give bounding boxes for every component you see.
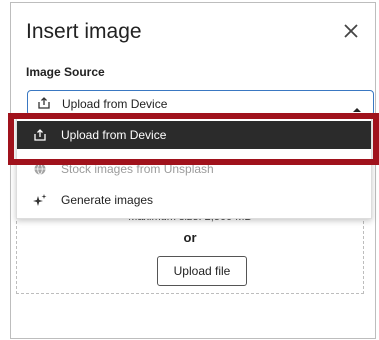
- sparkle-icon: [33, 193, 47, 212]
- menu-item-label: Generate images: [61, 193, 154, 207]
- dialog-title: Insert image: [26, 20, 142, 43]
- image-source-label: Image Source: [26, 65, 105, 79]
- image-source-menu: Upload from Device Stock images from Uns…: [16, 116, 372, 219]
- close-icon[interactable]: [341, 21, 361, 41]
- globe-icon: [33, 162, 47, 181]
- select-value: Upload from Device: [62, 97, 168, 111]
- menu-item-label: Stock images from Unsplash: [61, 162, 214, 176]
- menu-item-upload-from-device[interactable]: Upload from Device: [17, 121, 371, 149]
- upload-icon: [37, 96, 51, 115]
- upload-icon: [33, 128, 47, 147]
- or-text: or: [183, 230, 197, 245]
- menu-item-stock-images[interactable]: Stock images from Unsplash: [17, 155, 371, 183]
- image-source-select[interactable]: Upload from Device: [27, 90, 374, 116]
- menu-item-generate-images[interactable]: Generate images: [17, 186, 371, 214]
- upload-file-button[interactable]: Upload file: [157, 256, 247, 286]
- menu-item-label: Upload from Device: [61, 128, 167, 142]
